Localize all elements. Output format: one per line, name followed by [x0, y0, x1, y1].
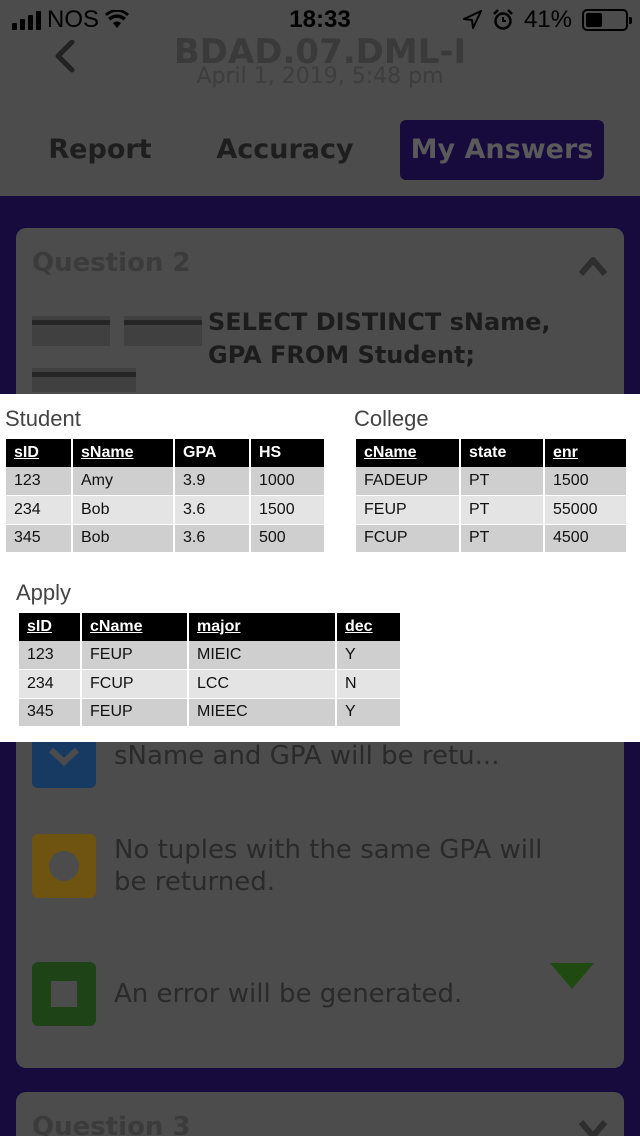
table-row: FADEUP PT 1500 — [356, 467, 626, 496]
question-sql: SELECT DISTINCT sName, GPA FROM Student; — [208, 308, 551, 369]
question-image-thumbnail[interactable] — [32, 308, 202, 392]
battery-icon — [582, 9, 632, 31]
table-cell: PT — [460, 495, 545, 525]
location-icon — [462, 10, 482, 29]
table-cell: PT — [460, 467, 545, 496]
col-header: sID — [6, 439, 73, 467]
col-header: dec — [336, 613, 400, 641]
table-cell: 3.6 — [174, 524, 251, 553]
table-cell: FEUP — [81, 698, 189, 727]
table-cell: FCUP — [356, 524, 461, 553]
table-cell: MIEIC — [188, 641, 337, 670]
col-header: cName — [356, 439, 461, 467]
quiz-date: April 1, 2019, 5:48 pm — [196, 64, 444, 89]
student-table-label: Student — [5, 406, 81, 431]
table-cell: Y — [336, 698, 400, 727]
table-cell: 123 — [19, 641, 82, 670]
chevron-up-icon[interactable] — [578, 254, 608, 278]
table-cell: 4500 — [544, 524, 626, 553]
checkmark-icon — [550, 963, 594, 989]
col-header: enr — [544, 439, 626, 467]
apply-table: sID cName major dec 123 FEUP MIEIC Y 234… — [19, 613, 400, 727]
table-cell: 500 — [250, 524, 324, 553]
col-header: HS — [250, 439, 324, 467]
table-row: 234 FCUP LCC N — [19, 669, 400, 699]
table-row: FEUP PT 55000 — [356, 495, 626, 525]
question-3-title: Question 3 — [32, 1112, 191, 1136]
option-3[interactable]: An error will be generated. — [32, 962, 544, 1026]
table-cell: 1500 — [544, 467, 626, 496]
table-row: 345 FEUP MIEEC Y — [19, 698, 400, 727]
table-cell: Y — [336, 641, 400, 670]
circle-icon — [32, 834, 96, 898]
student-table: sID sName GPA HS 123 Amy 3.9 1000 234 Bo… — [6, 439, 324, 553]
table-cell: Amy — [72, 467, 175, 496]
chevron-down-icon[interactable] — [578, 1118, 608, 1136]
table-cell: 234 — [19, 669, 82, 699]
table-row: 345 Bob 3.6 500 — [6, 524, 324, 553]
option-2[interactable]: No tuples with the same GPA will be retu… — [32, 834, 544, 898]
table-row: 123 FEUP MIEIC Y — [19, 641, 400, 670]
tab-my-answers[interactable]: My Answers — [400, 120, 604, 180]
zoomed-question-image[interactable]: Student sID sName GPA HS 123 Amy 3.9 100… — [0, 394, 640, 742]
table-row: 123 Amy 3.9 1000 — [6, 467, 324, 496]
table-cell: 234 — [6, 495, 73, 525]
table-cell: LCC — [188, 669, 337, 699]
table-row: FCUP PT 4500 — [356, 524, 626, 553]
table-cell: 123 — [6, 467, 73, 496]
option-2-text: No tuples with the same GPA will be retu… — [114, 835, 543, 897]
table-cell: PT — [460, 524, 545, 553]
table-cell: Bob — [72, 524, 175, 553]
col-header: major — [188, 613, 337, 641]
option-1-text: sName and GPA will be retu... — [114, 741, 500, 771]
col-header: sID — [19, 613, 82, 641]
table-cell: FEUP — [81, 641, 189, 670]
table-cell: 3.9 — [174, 467, 251, 496]
table-cell: FCUP — [81, 669, 189, 699]
table-cell: MIEEC — [188, 698, 337, 727]
question-title: Question 2 — [32, 248, 191, 278]
tab-accuracy[interactable]: Accuracy — [210, 120, 360, 180]
battery-percent: 41% — [523, 6, 572, 33]
table-cell: Bob — [72, 495, 175, 525]
table-cell: 3.6 — [174, 495, 251, 525]
apply-table-label: Apply — [16, 580, 72, 605]
col-header: GPA — [174, 439, 251, 467]
option-3-text: An error will be generated. — [114, 979, 463, 1009]
col-header: cName — [81, 613, 189, 641]
college-table-label: College — [354, 406, 429, 431]
table-cell: 55000 — [544, 495, 626, 525]
alarm-icon — [493, 9, 513, 30]
tab-report[interactable]: Report — [40, 120, 160, 180]
table-cell: 1000 — [250, 467, 324, 496]
table-cell: 1500 — [250, 495, 324, 525]
table-cell: 345 — [6, 524, 73, 553]
square-icon — [32, 962, 96, 1026]
col-header: sName — [72, 439, 175, 467]
table-cell: FADEUP — [356, 467, 461, 496]
question-3-card[interactable]: Question 3 — [16, 1092, 624, 1136]
table-cell: FEUP — [356, 495, 461, 525]
table-cell: 345 — [19, 698, 82, 727]
header: BDAD.07.DML-I April 1, 2019, 5:48 pm Rep… — [0, 32, 640, 196]
college-table: cName state enr FADEUP PT 1500 FEUP PT 5… — [356, 439, 626, 553]
col-header: state — [460, 439, 545, 467]
table-cell: N — [336, 669, 400, 699]
table-row: 234 Bob 3.6 1500 — [6, 495, 324, 525]
